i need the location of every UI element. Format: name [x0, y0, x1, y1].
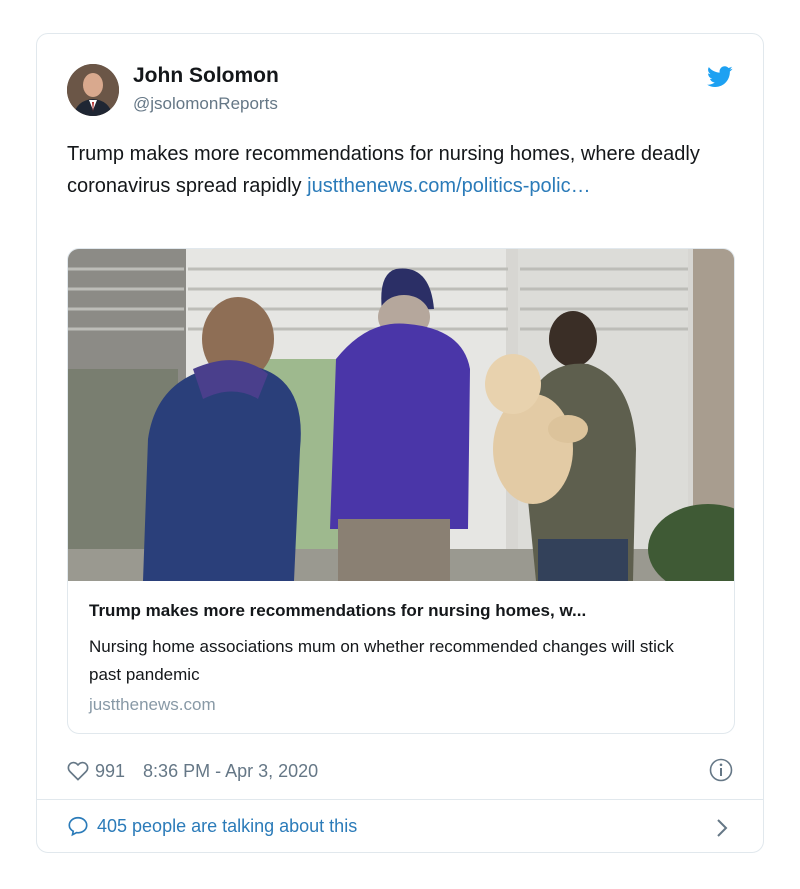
- info-icon[interactable]: [709, 758, 733, 782]
- conversation-link[interactable]: 405 people are talking about this: [67, 815, 357, 837]
- divider: [37, 799, 763, 800]
- chevron-right-icon[interactable]: [715, 818, 729, 838]
- avatar[interactable]: [67, 64, 119, 116]
- link-card-description: Nursing home associations mum on whether…: [89, 637, 674, 684]
- conversation-count[interactable]: 405 people are talking about this: [97, 816, 357, 837]
- tweet-meta: 991 8:36 PM - Apr 3, 2020: [67, 760, 318, 782]
- twitter-bird-icon[interactable]: [707, 66, 733, 88]
- like-count[interactable]: 991: [95, 761, 125, 782]
- link-card-title: Trump makes more recommendations for nur…: [89, 601, 587, 620]
- tweet-timestamp[interactable]: 8:36 PM - Apr 3, 2020: [143, 761, 318, 782]
- tweet-embed-card: John Solomon @jsolomonReports Trump make…: [36, 33, 764, 853]
- link-preview-card[interactable]: Trump makes more recommendations for nur…: [67, 248, 735, 734]
- author-name[interactable]: John Solomon: [133, 64, 279, 88]
- heart-icon[interactable]: [67, 761, 89, 781]
- comment-bubble-icon: [68, 816, 88, 837]
- author-handle[interactable]: @jsolomonReports: [133, 94, 278, 114]
- article-photo: [68, 249, 734, 581]
- tweet-text: Trump makes more recommendations for nur…: [67, 138, 737, 202]
- tweet-link[interactable]: justthenews.com/politics-polic…: [307, 175, 590, 197]
- link-card-domain: justthenews.com: [89, 695, 216, 714]
